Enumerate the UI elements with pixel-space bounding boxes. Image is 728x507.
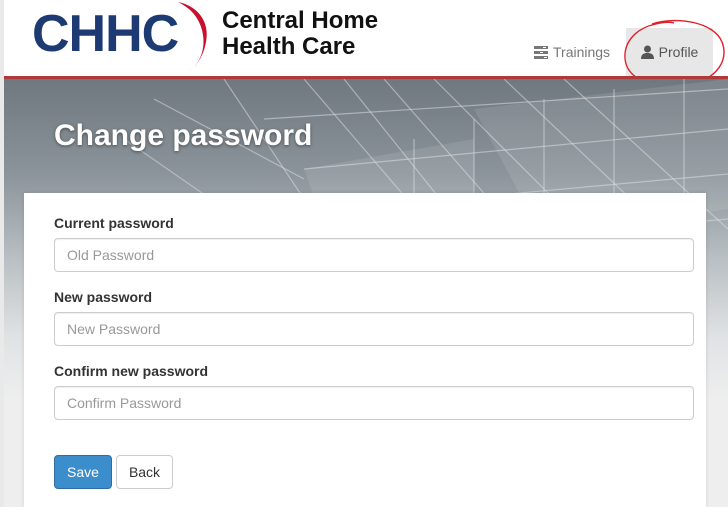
confirm-password-field[interactable] bbox=[54, 386, 694, 420]
nav-trainings[interactable]: Trainings bbox=[528, 28, 616, 76]
brand-line-1: Central Home bbox=[222, 7, 379, 34]
brand-name: Central Home Health Care bbox=[222, 8, 378, 60]
nav-profile[interactable]: Profile bbox=[626, 28, 713, 76]
user-icon bbox=[640, 45, 654, 59]
logo-swoosh-icon bbox=[178, 2, 207, 72]
nav-profile-label: Profile bbox=[658, 44, 699, 60]
new-password-field[interactable] bbox=[54, 312, 694, 346]
save-button[interactable]: Save bbox=[54, 455, 112, 489]
brand-line-2: Health Care bbox=[222, 33, 356, 60]
change-password-form: Current password New password Confirm ne… bbox=[24, 193, 706, 507]
tasks-icon bbox=[534, 45, 548, 59]
page-title: Change password bbox=[54, 119, 313, 152]
logo-text: CHHC bbox=[32, 5, 179, 63]
current-password-label: Current password bbox=[54, 215, 174, 231]
back-button[interactable]: Back bbox=[116, 455, 173, 489]
chhc-logo[interactable]: CHHC bbox=[28, 0, 208, 76]
nav-trainings-label: Trainings bbox=[553, 44, 611, 60]
new-password-label: New password bbox=[54, 289, 153, 305]
confirm-password-label: Confirm new password bbox=[54, 363, 209, 379]
current-password-field[interactable] bbox=[54, 238, 694, 272]
top-navbar: CHHC Central Home Health Care Trainings … bbox=[4, 0, 728, 87]
